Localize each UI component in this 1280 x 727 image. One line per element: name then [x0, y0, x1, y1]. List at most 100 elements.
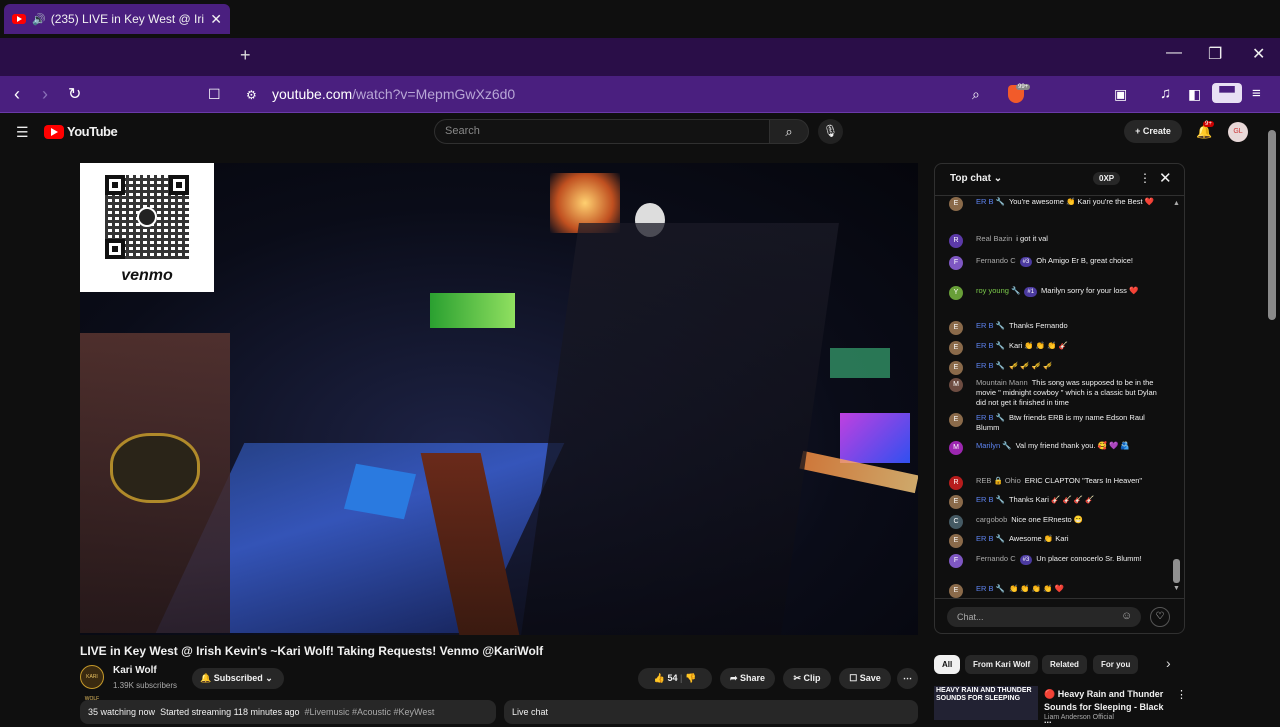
- chat-scroll-down-icon[interactable]: ▼: [1173, 585, 1180, 592]
- save-button[interactable]: ☐ Save: [839, 668, 891, 689]
- related-menu-icon[interactable]: ⋮: [1176, 688, 1187, 701]
- forward-icon[interactable]: ›: [42, 84, 48, 105]
- browser-tab[interactable]: 🔊 (235) LIVE in Key West @ Irish ✕: [4, 4, 230, 34]
- back-icon[interactable]: ‹: [14, 84, 20, 105]
- chat-avatar[interactable]: E: [949, 341, 963, 355]
- related-title[interactable]: 🔴 Heavy Rain and Thunder Sounds for Slee…: [1044, 688, 1172, 727]
- chat-author[interactable]: ER B 🔧: [976, 495, 1005, 504]
- url-field[interactable]: youtube.com/watch?v=MepmGwXz6d0: [272, 86, 515, 102]
- chat-author[interactable]: Mountain Mann: [976, 378, 1028, 387]
- heart-icon[interactable]: ♡: [1150, 607, 1170, 627]
- chat-author[interactable]: ER B 🔧: [976, 584, 1005, 593]
- chips-next-icon[interactable]: ›: [1166, 655, 1171, 671]
- thumbs-down-icon[interactable]: 👎: [685, 673, 696, 683]
- chat-avatar[interactable]: E: [949, 321, 963, 335]
- chat-message[interactable]: E ER B 🔧 Thanks Fernando: [949, 321, 1161, 335]
- tab-close-icon[interactable]: ✕: [210, 11, 222, 28]
- chat-author[interactable]: Fernando C: [976, 256, 1016, 265]
- sidebar-icon[interactable]: ◧: [1188, 86, 1201, 103]
- chip-from-kari-wolf[interactable]: From Kari Wolf: [965, 655, 1039, 674]
- description-box[interactable]: 35 watching now Started streaming 118 mi…: [80, 700, 496, 724]
- chat-author[interactable]: Fernando C: [976, 554, 1016, 563]
- avatar[interactable]: GL: [1228, 122, 1248, 142]
- chat-avatar[interactable]: E: [949, 197, 963, 211]
- like-button[interactable]: 👍 54 | 👎: [638, 668, 712, 689]
- top-chat-dropdown[interactable]: Top chat ⌄: [950, 173, 1002, 184]
- chat-avatar[interactable]: R: [949, 234, 963, 248]
- chat-message[interactable]: E ER B 🔧 Thanks Kari 🎸 🎸 🎸 🎸: [949, 495, 1161, 509]
- chat-author[interactable]: cargobob: [976, 515, 1007, 524]
- chat-author[interactable]: REB 🔒 Ohio: [976, 476, 1021, 485]
- chat-message[interactable]: Ccargobob Nice one ERnesto 😁: [949, 515, 1161, 529]
- reload-icon[interactable]: ↻: [68, 84, 81, 104]
- speaker-icon[interactable]: 🔊: [32, 13, 46, 26]
- hashtags[interactable]: #Livemusic #Acoustic #KeyWest: [305, 707, 435, 717]
- page-scrollbar[interactable]: [1268, 130, 1276, 320]
- share-button[interactable]: ➦ Share: [720, 668, 775, 689]
- xp-badge[interactable]: 0XP: [1093, 172, 1121, 185]
- chip-all[interactable]: All: [934, 655, 961, 674]
- chat-menu-icon[interactable]: ⋮: [1139, 171, 1151, 185]
- chat-avatar[interactable]: R: [949, 476, 963, 490]
- chat-author[interactable]: ER B 🔧: [976, 534, 1005, 543]
- chip-for-you[interactable]: For you: [1093, 655, 1139, 674]
- chat-close-icon[interactable]: ✕: [1159, 169, 1172, 187]
- chat-avatar[interactable]: C: [949, 515, 963, 529]
- minimize-icon[interactable]: —: [1166, 44, 1182, 62]
- chat-message[interactable]: F Fernando C #3 Un placer conocerlo Sr. Blu…: [949, 554, 1161, 568]
- chat-message[interactable]: E ER B 🔧 🎺 🎺 🎺 🎺: [949, 361, 1161, 375]
- chat-scrollbar[interactable]: [1173, 559, 1180, 583]
- menu-icon[interactable]: ≡: [1252, 85, 1261, 102]
- chat-avatar[interactable]: E: [949, 495, 963, 509]
- chat-message[interactable]: E ER B 🔧 Awesome 👏 Kari: [949, 534, 1161, 548]
- chat-author[interactable]: roy young 🔧: [976, 286, 1020, 295]
- chat-avatar[interactable]: E: [949, 584, 963, 598]
- search-input[interactable]: Search: [434, 119, 770, 144]
- chat-message[interactable]: E ER B 🔧 Btw friends ERB is my name Edson …: [949, 413, 1161, 433]
- site-info-icon[interactable]: ⚙: [246, 88, 257, 102]
- chat-message[interactable]: E ER B 🔧 You're awesome 👏 Kari you're the …: [949, 197, 1161, 211]
- create-button[interactable]: + Create: [1124, 120, 1182, 143]
- chat-author[interactable]: Marilyn 🔧: [976, 441, 1012, 450]
- chat-input[interactable]: Chat...: [947, 607, 1141, 627]
- chat-avatar[interactable]: F: [949, 554, 963, 568]
- close-icon[interactable]: ✕: [1252, 44, 1265, 64]
- extension-icon[interactable]: ▀▀: [1212, 83, 1242, 103]
- chat-message[interactable]: F Fernando C #3 Oh Amigo Er B, great choice…: [949, 256, 1161, 270]
- screenshot-icon[interactable]: ▣: [1114, 86, 1127, 103]
- music-icon[interactable]: ♫: [1160, 85, 1171, 102]
- subscribed-button[interactable]: 🔔 Subscribed ⌄: [192, 668, 284, 689]
- search-icon[interactable]: ⌕: [769, 119, 809, 144]
- mic-icon[interactable]: 🎙: [818, 119, 843, 144]
- related-thumbnail[interactable]: HEAVY RAIN AND THUNDER SOUNDS FOR SLEEPI…: [934, 686, 1038, 720]
- chat-message[interactable]: M Mountain Mann This song was supposed to …: [949, 378, 1161, 408]
- channel-avatar[interactable]: KARI WOLF: [80, 665, 104, 702]
- new-tab-button[interactable]: +: [240, 45, 251, 66]
- zoom-icon[interactable]: ⌕: [972, 86, 980, 103]
- chat-author[interactable]: ER B 🔧: [976, 361, 1005, 370]
- chat-scroll-up-icon[interactable]: ▲: [1173, 200, 1180, 207]
- more-actions-button[interactable]: ⋯: [897, 668, 918, 689]
- chat-message[interactable]: E ER B 🔧 Kari 👏 👏 👏 🎸: [949, 341, 1161, 355]
- chat-avatar[interactable]: M: [949, 378, 963, 392]
- youtube-logo[interactable]: YouTube: [44, 124, 118, 139]
- emoji-icon[interactable]: ☺: [1121, 610, 1132, 622]
- chat-message[interactable]: R Real Bazin i got it val: [949, 234, 1161, 248]
- chat-avatar[interactable]: F: [949, 256, 963, 270]
- restore-icon[interactable]: ❐: [1208, 44, 1222, 64]
- chat-author[interactable]: ER B 🔧: [976, 413, 1005, 422]
- hamburger-menu-icon[interactable]: ☰: [16, 124, 29, 141]
- chat-avatar[interactable]: E: [949, 413, 963, 427]
- chat-message[interactable]: M Marilyn 🔧 Val my friend thank you. 🥰 💜 🫂: [949, 441, 1161, 455]
- chat-author[interactable]: ER B 🔧: [976, 341, 1005, 350]
- chat-author[interactable]: ER B 🔧: [976, 321, 1005, 330]
- clip-button[interactable]: ✂ Clip: [783, 668, 831, 689]
- chat-author[interactable]: Real Bazin: [976, 234, 1012, 243]
- chip-related[interactable]: Related: [1042, 655, 1087, 674]
- bookmark-icon[interactable]: ☐: [208, 86, 221, 103]
- chat-message[interactable]: Yroy young 🔧 #1 Marilyn sorry for your los…: [949, 286, 1161, 300]
- chat-avatar[interactable]: E: [949, 361, 963, 375]
- chat-avatar[interactable]: E: [949, 534, 963, 548]
- channel-name[interactable]: Kari Wolf: [113, 665, 157, 676]
- live-chat-bar[interactable]: Live chat: [504, 700, 918, 724]
